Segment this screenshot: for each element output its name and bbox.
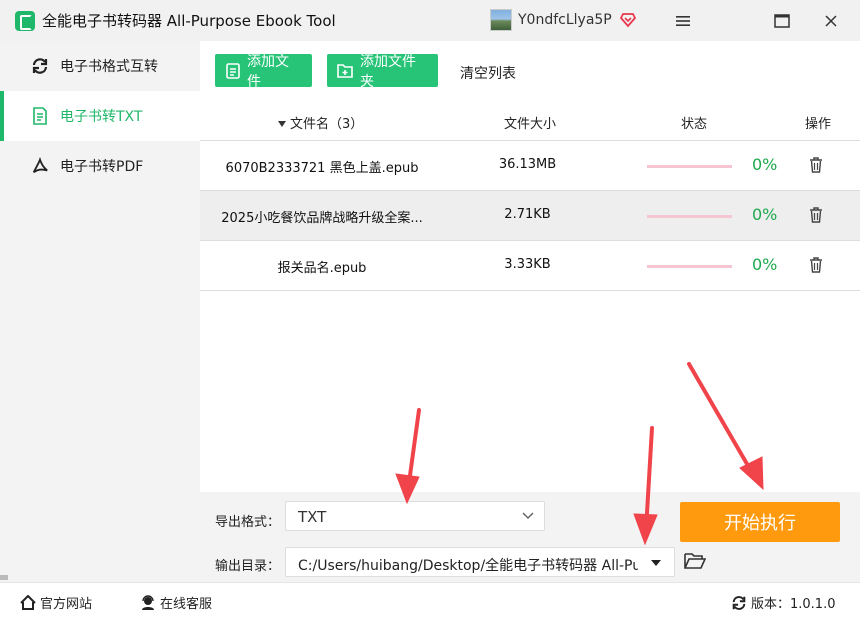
document-icon xyxy=(31,107,49,125)
column-header-name[interactable]: 文件名（3） xyxy=(278,113,363,132)
vip-diamond-icon xyxy=(619,13,636,28)
column-header-actions: 操作 xyxy=(805,117,832,132)
official-website-link[interactable]: 官方网站 xyxy=(20,593,92,612)
version-info[interactable]: 版本：1.0.1.0 xyxy=(731,593,835,612)
format-value: TXT xyxy=(298,508,327,526)
format-label: 导出格式： xyxy=(215,515,281,530)
table-header: 文件名（3） 文件大小 状态 操作 xyxy=(200,99,860,141)
toolbar: 添加文件 添加文件夹 清空列表 xyxy=(200,41,860,97)
add-file-button[interactable]: 添加文件 xyxy=(215,54,312,90)
progress-percent: 0% xyxy=(752,155,778,174)
progress-percent: 0% xyxy=(752,205,778,224)
update-icon xyxy=(731,595,747,611)
main-panel: 添加文件 添加文件夹 清空列表 文件名（3） 文件大小 状态 操作 6070B2… xyxy=(200,41,860,582)
column-header-status: 状态 xyxy=(681,117,708,132)
add-file-label: 添加文件 xyxy=(247,53,289,90)
avatar[interactable] xyxy=(490,9,512,31)
close-icon xyxy=(825,15,837,27)
official-website-label: 官方网站 xyxy=(40,597,93,612)
sidebar-scrollbar[interactable] xyxy=(0,575,8,580)
progress-bar xyxy=(647,265,732,268)
title-bar: 全能电子书转码器 All-Purpose Ebook Tool Y0ndfcLl… xyxy=(0,0,860,41)
format-select[interactable]: TXT xyxy=(285,501,545,531)
maximize-button[interactable] xyxy=(772,11,792,31)
table-row[interactable]: 2025小吃餐饮品牌战略升级全案... 2.71KB 0% xyxy=(200,191,860,241)
start-button[interactable]: 开始执行 xyxy=(680,502,840,542)
sidebar-item-label: 电子书格式互转 xyxy=(60,59,158,75)
maximize-icon xyxy=(774,14,790,28)
file-name: 2025小吃餐饮品牌战略升级全案... xyxy=(221,211,423,226)
progress-bar xyxy=(647,165,732,168)
trash-icon[interactable] xyxy=(809,157,823,173)
clear-list-button[interactable]: 清空列表 xyxy=(460,63,516,83)
sort-down-icon xyxy=(278,121,286,127)
output-path: C:/Users/huibang/Desktop/全能电子书转码器 All-Pu… xyxy=(298,558,638,574)
folder-add-icon xyxy=(337,63,354,79)
online-support-label: 在线客服 xyxy=(160,597,213,612)
file-size: 3.33KB xyxy=(504,257,551,272)
add-folder-button[interactable]: 添加文件夹 xyxy=(327,54,438,90)
trash-icon[interactable] xyxy=(809,257,823,273)
file-add-icon xyxy=(225,62,241,79)
refresh-icon xyxy=(31,57,49,75)
sidebar: 电子书格式互转 电子书转TXT 电子书转PDF xyxy=(0,41,200,582)
user-area[interactable]: Y0ndfcLlya5P xyxy=(490,9,636,31)
sidebar-item-label: 电子书转TXT xyxy=(60,109,143,125)
support-agent-icon xyxy=(140,595,156,610)
table-row[interactable]: 6070B2333721 黑色上盖.epub 36.13MB 0% xyxy=(200,141,860,191)
version-label: 版本：1.0.1.0 xyxy=(751,597,836,612)
file-size: 2.71KB xyxy=(504,207,551,222)
progress-percent: 0% xyxy=(752,255,778,274)
sidebar-item-to-txt[interactable]: 电子书转TXT xyxy=(0,91,200,141)
username[interactable]: Y0ndfcLlya5P xyxy=(518,12,612,28)
add-folder-label: 添加文件夹 xyxy=(360,53,416,90)
progress-bar xyxy=(647,215,732,218)
home-icon xyxy=(20,595,36,610)
output-directory-select[interactable]: C:/Users/huibang/Desktop/全能电子书转码器 All-Pu… xyxy=(285,547,675,577)
sidebar-item-label: 电子书转PDF xyxy=(60,159,144,175)
file-name: 报关品名.epub xyxy=(277,261,367,276)
table-row[interactable]: 报关品名.epub 3.33KB 0% xyxy=(200,241,860,291)
settings-panel: 导出格式： TXT 输出目录： C:/Users/huibang/Desktop… xyxy=(200,492,860,582)
online-support-link[interactable]: 在线客服 xyxy=(140,593,212,612)
pdf-icon xyxy=(31,157,49,175)
chevron-down-icon xyxy=(522,512,534,520)
trash-icon[interactable] xyxy=(809,207,823,223)
close-button[interactable] xyxy=(821,11,841,31)
app-logo-icon xyxy=(15,10,35,31)
output-label: 输出目录： xyxy=(215,559,281,574)
file-name: 6070B2333721 黑色上盖.epub xyxy=(225,161,419,176)
sidebar-item-format-convert[interactable]: 电子书格式互转 xyxy=(0,41,200,91)
folder-open-icon[interactable] xyxy=(684,552,706,570)
column-header-size: 文件大小 xyxy=(504,117,557,132)
status-bar: 官方网站 在线客服 版本：1.0.1.0 xyxy=(0,582,860,617)
sidebar-item-to-pdf[interactable]: 电子书转PDF xyxy=(0,141,200,191)
file-size: 36.13MB xyxy=(498,157,557,172)
app-title: 全能电子书转码器 All-Purpose Ebook Tool xyxy=(42,12,336,30)
menu-button[interactable] xyxy=(673,11,693,31)
hamburger-icon xyxy=(676,16,690,26)
dropdown-caret-icon xyxy=(651,560,661,566)
